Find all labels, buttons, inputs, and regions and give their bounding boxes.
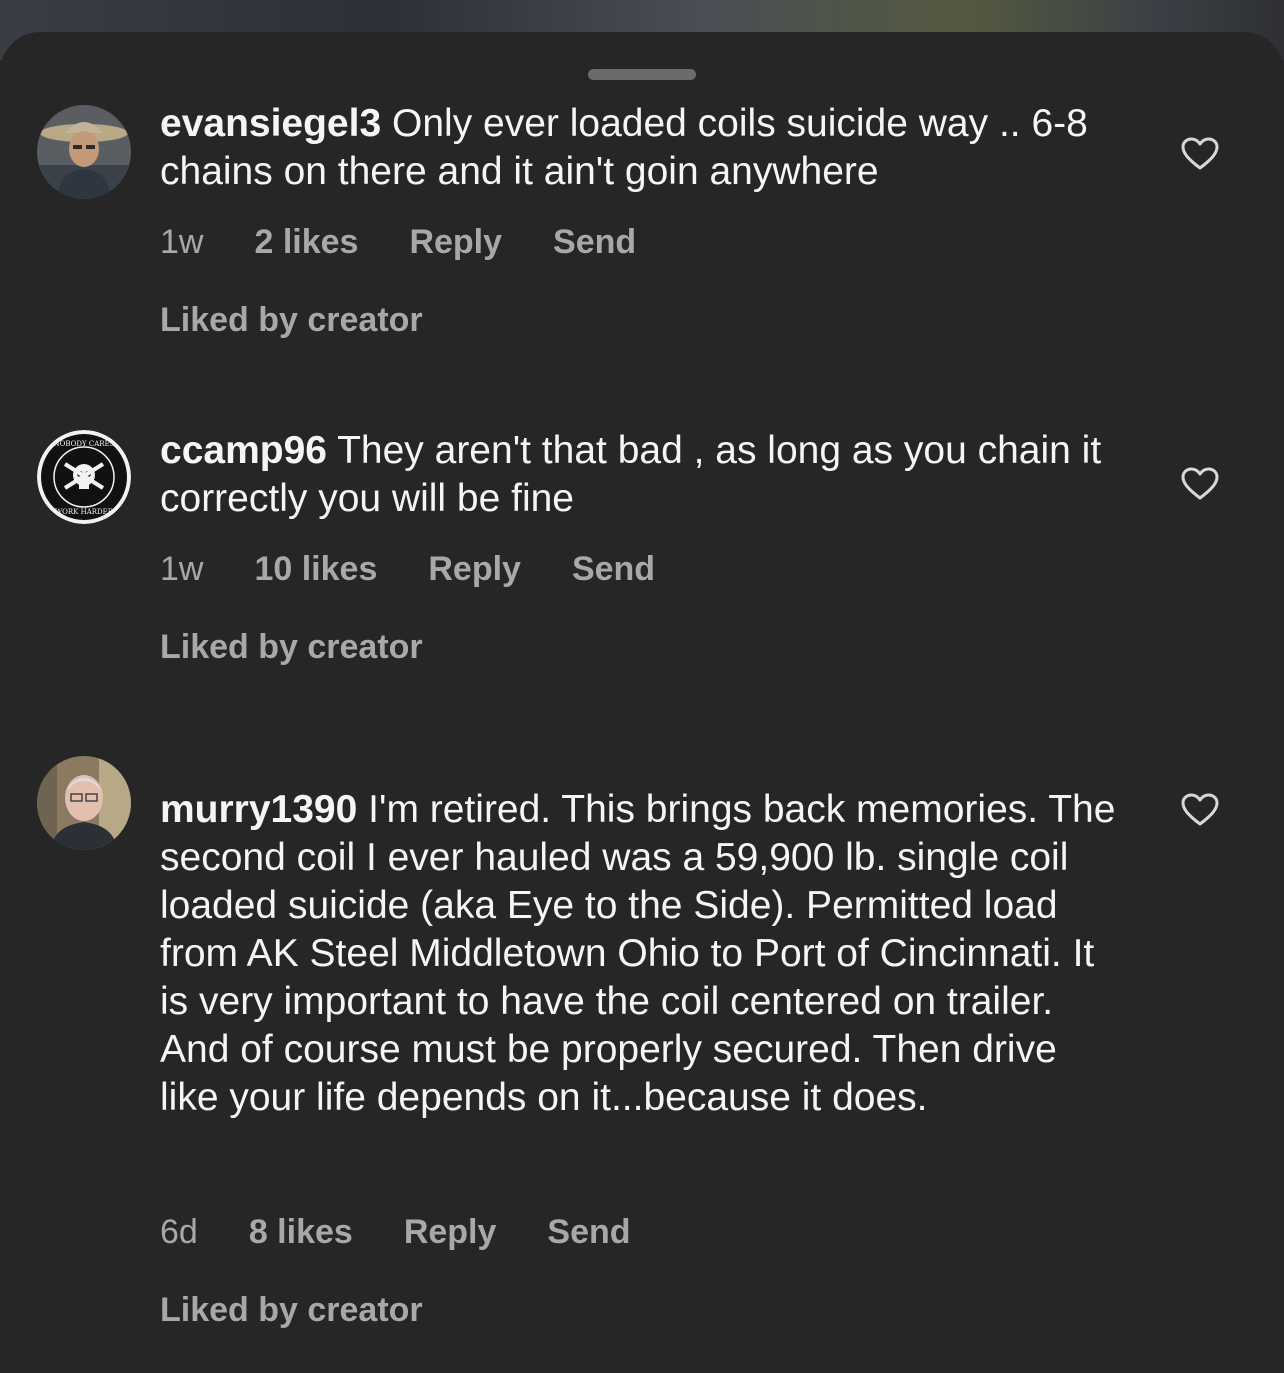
liked-by-creator: Liked by creator [160, 1291, 423, 1329]
comment-actions: 1w 2 likes Reply Send [160, 222, 687, 262]
comments-sheet: evansiegel3 Only ever loaded coils suici… [0, 32, 1284, 1373]
liked-by-creator: Liked by creator [160, 301, 423, 339]
sheet-grabber[interactable] [588, 69, 696, 80]
comment-username[interactable]: evansiegel3 [160, 102, 381, 145]
comment-age: 1w [160, 223, 204, 261]
liked-by-creator: Liked by creator [160, 628, 423, 666]
avatar-logo-text: WORK HARDER [55, 508, 114, 516]
comment-username[interactable]: ccamp96 [160, 429, 327, 472]
comment-text: I'm retired. This brings back memories. … [160, 788, 1116, 1119]
heart-outline-icon[interactable] [1181, 793, 1219, 827]
heart-outline-icon[interactable] [1181, 467, 1219, 501]
comment-actions: 6d 8 likes Reply Send [160, 1212, 682, 1252]
send-button[interactable]: Send [547, 1212, 630, 1252]
avatar[interactable]: NOBODY CARES WORK HARDER [37, 430, 131, 524]
reply-button[interactable]: Reply [428, 549, 521, 589]
comment-body: evansiegel3 Only ever loaded coils suici… [160, 100, 1120, 196]
likes-count[interactable]: 10 likes [254, 549, 377, 589]
comment-age: 1w [160, 550, 204, 588]
comment-username[interactable]: murry1390 [160, 788, 357, 831]
comment-body: murry1390 I'm retired. This brings back … [160, 786, 1120, 1122]
reply-button[interactable]: Reply [404, 1212, 497, 1252]
avatar[interactable] [37, 756, 131, 850]
send-button[interactable]: Send [572, 549, 655, 589]
comment-age: 6d [160, 1213, 198, 1251]
comment-actions: 1w 10 likes Reply Send [160, 549, 706, 589]
heart-outline-icon[interactable] [1181, 137, 1219, 171]
comment-body: ccamp96 They aren't that bad , as long a… [160, 427, 1120, 523]
avatar[interactable] [37, 105, 131, 199]
send-button[interactable]: Send [553, 222, 636, 262]
avatar-logo-text: NOBODY CARES [54, 440, 115, 448]
likes-count[interactable]: 8 likes [249, 1212, 353, 1252]
reply-button[interactable]: Reply [409, 222, 502, 262]
likes-count[interactable]: 2 likes [254, 222, 358, 262]
